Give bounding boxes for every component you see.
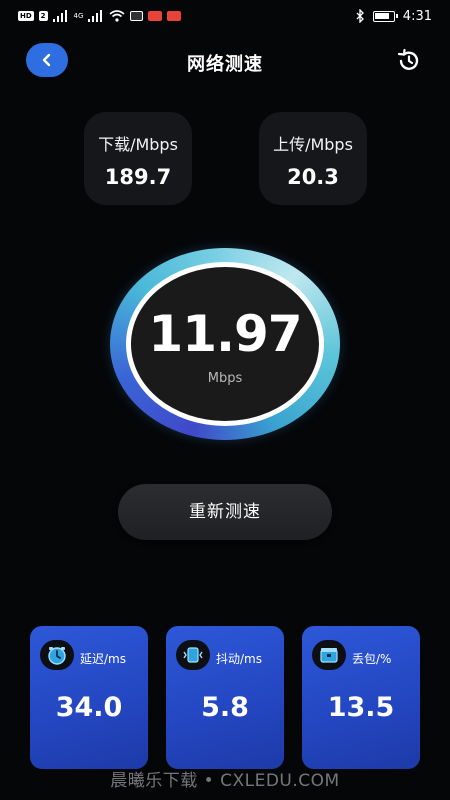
speed-unit: Mbps [207,371,243,386]
jitter-label: 抖动/ms [216,652,262,666]
network-type-label: 4G [73,12,84,20]
packet-loss-value: 13.5 [327,692,395,723]
status-left: HD 2 4G [18,10,182,22]
speed-value: 11.97 [148,305,302,363]
signal-icon [52,10,67,22]
latency-card: 延迟/ms 34.0 [30,626,148,769]
clock-time: 4:31 [402,8,432,24]
clock-icon [40,640,74,670]
battery-icon [372,10,398,22]
bluetooth-icon [356,9,364,23]
latency-label: 延迟/ms [80,652,126,666]
gauge-center: 11.97 Mbps [131,267,319,421]
sim-badge: 2 [38,11,48,21]
app-notification-icon [130,11,144,21]
watermark: 晨曦乐下载 • CXLEDU.COM [110,771,340,791]
history-icon [397,48,419,70]
upload-card: 上传/Mbps 20.3 [259,112,367,205]
latency-value: 34.0 [55,692,123,723]
packet-loss-card: 丢包/% 13.5 [302,626,420,769]
app-notification-icon-3 [167,11,182,21]
upload-label: 上传/Mbps [273,135,353,154]
speed-gauge: 11.97 Mbps [110,248,340,440]
hd-badge: HD [18,11,34,21]
jitter-value: 5.8 [201,692,249,723]
page-title: 网络测速 [187,54,263,75]
download-label: 下载/Mbps [98,135,178,154]
download-value: 189.7 [104,165,172,189]
status-bar: HD 2 4G 4:31 [0,0,450,32]
upload-value: 20.3 [287,165,339,189]
jitter-icon [176,640,210,670]
app-notification-icon-2 [148,11,163,21]
history-button[interactable] [396,48,422,74]
retest-button[interactable]: 重新测速 [118,484,332,540]
jitter-card: 抖动/ms 5.8 [166,626,284,769]
packet-icon [312,640,346,670]
signal-icon-2 [88,10,103,22]
gauge-ring: 11.97 Mbps [126,262,324,426]
status-right: 4:31 [355,9,432,24]
packet-loss-label: 丢包/% [352,652,392,666]
download-card: 下载/Mbps 189.7 [84,112,192,205]
wifi-icon [109,10,125,22]
header: 网络测速 [0,38,450,84]
